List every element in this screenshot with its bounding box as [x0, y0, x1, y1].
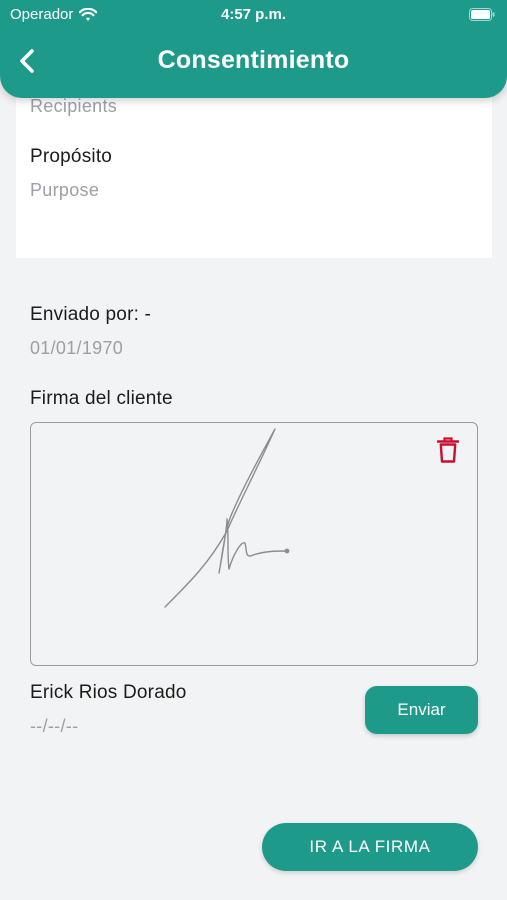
status-bar: Operador 4:57 p.m. [0, 0, 507, 30]
recipients-value: Recipients [30, 96, 118, 116]
app-header: Operador 4:57 p.m. Consentimiento [0, 0, 507, 98]
trash-icon[interactable] [437, 437, 459, 463]
status-time: 4:57 p.m. [220, 6, 287, 23]
signature-label: Firma del cliente [30, 388, 173, 409]
sent-by-label: Enviado por: - [30, 304, 152, 325]
page-title: Consentimiento [157, 46, 350, 74]
signature-stroke [164, 428, 290, 608]
nav-bar: Consentimiento [0, 40, 507, 82]
battery-icon [469, 8, 495, 21]
purpose-label: Propósito [30, 146, 113, 167]
purpose-value: Purpose [30, 180, 100, 200]
go-to-sign-button[interactable]: IR A LA FIRMA [262, 823, 478, 871]
signature-pad[interactable] [30, 422, 478, 666]
client-name: Erick Rios Dorado [30, 682, 187, 703]
send-button[interactable]: Enviar [365, 686, 478, 734]
client-sign-date: --/--/-- [30, 716, 79, 736]
sent-by-date: 01/01/1970 [30, 338, 124, 358]
consent-info-card: Recipients Propósito Purpose [16, 70, 492, 258]
